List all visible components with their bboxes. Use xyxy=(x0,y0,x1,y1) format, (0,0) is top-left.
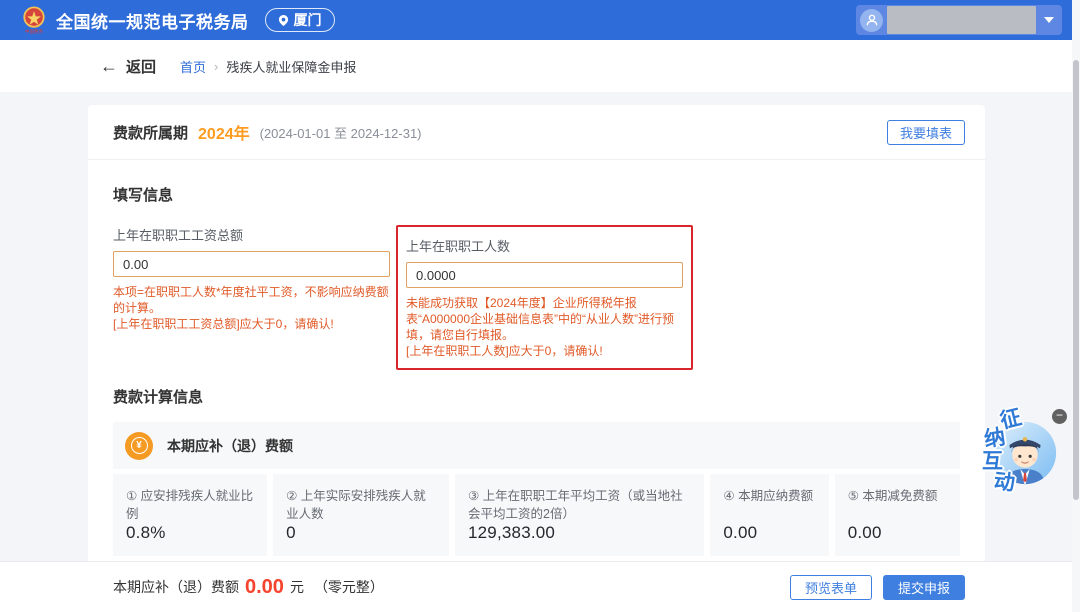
preview-form-button[interactable]: 预览表单 xyxy=(790,575,872,600)
field-total-wages-label: 上年在职职工工资总额 xyxy=(113,225,390,244)
minimize-widget-button[interactable]: − xyxy=(1052,409,1067,424)
summary-panel: ¥ 本期应补（退）费额 xyxy=(113,422,960,469)
fill-info-section: 填写信息 上年在职职工工资总额 本项=在职职工人数*年度社平工资，不影响应纳费额… xyxy=(88,160,985,370)
page-scrollbar xyxy=(1072,0,1080,612)
employee-count-input[interactable] xyxy=(406,262,683,288)
hint-line: 本项=在职职工人数*年度社平工资，不影响应纳费额的计算。 xyxy=(113,284,390,316)
calculation-columns: ① 应安排残疾人就业比例 0.8% ② 上年实际安排残疾人就业人数 0 ③ 上年… xyxy=(113,474,960,556)
tax-bureau-logo-icon: 中国税务 xyxy=(22,6,46,35)
back-button[interactable]: ← 返回 xyxy=(100,56,156,77)
period-label: 费款所属期 xyxy=(113,122,188,143)
footer-bar: 本期应补（退）费额 0.00 元 （零元整） 预览表单 提交申报 xyxy=(0,561,1080,612)
footer-amount-value: 0.00 xyxy=(245,576,284,599)
period-row: 费款所属期 2024年 (2024-01-01 至 2024-12-31) 我要… xyxy=(88,105,985,160)
calc-value: 0.00 xyxy=(848,523,948,543)
footer-amount-unit: 元 xyxy=(290,577,304,597)
yuan-coin-icon: ¥ xyxy=(125,432,153,460)
tax-assistant-widget[interactable]: 征 纳 互 动 − xyxy=(980,402,1075,494)
location-pin-icon xyxy=(278,14,289,27)
form-fields: 上年在职职工工资总额 本项=在职职工人数*年度社平工资，不影响应纳费额的计算。 … xyxy=(113,225,960,370)
breadcrumb-bar: ← 返回 首页 › 残疾人就业保障金申报 xyxy=(0,40,1080,92)
user-name-redacted xyxy=(887,6,1036,34)
breadcrumb-home-link[interactable]: 首页 xyxy=(180,57,206,76)
footer-amount-words: （零元整） xyxy=(314,577,384,597)
summary-label: 本期应补（退）费额 xyxy=(167,436,293,456)
calc-label: ② 上年实际安排残疾人就业人数 xyxy=(286,487,437,523)
location-label: 厦门 xyxy=(294,10,322,30)
calc-column-ratio: ① 应安排残疾人就业比例 0.8% xyxy=(113,474,267,556)
calc-column-payable: ④ 本期应纳费额 0.00 xyxy=(710,474,828,556)
calc-column-reduction: ⑤ 本期减免费额 0.00 xyxy=(835,474,960,556)
back-label: 返回 xyxy=(126,56,156,77)
total-wages-input[interactable] xyxy=(113,251,390,277)
fill-info-title: 填写信息 xyxy=(113,184,960,205)
declaration-card: 费款所属期 2024年 (2024-01-01 至 2024-12-31) 我要… xyxy=(88,105,985,561)
field-total-wages: 上年在职职工工资总额 本项=在职职工人数*年度社平工资，不影响应纳费额的计算。 … xyxy=(113,225,390,332)
breadcrumb-current: 残疾人就业保障金申报 xyxy=(226,57,356,76)
user-account-dropdown[interactable] xyxy=(856,5,1062,35)
main-content: 费款所属期 2024年 (2024-01-01 至 2024-12-31) 我要… xyxy=(0,92,1080,561)
field-employee-count-hints: 未能成功获取【2024年度】企业所得税年报表“A000000企业基础信息表”中的… xyxy=(406,295,683,359)
calc-column-actual-disabled: ② 上年实际安排残疾人就业人数 0 xyxy=(273,474,449,556)
calc-value: 0.8% xyxy=(126,523,255,543)
breadcrumb-separator-icon: › xyxy=(214,59,218,74)
hint-line: [上年在职职工人数]应大于0，请确认! xyxy=(406,343,683,359)
calc-column-avg-wage: ③ 上年在职职工年平均工资（或当地社会平均工资的2倍） 129,383.00 xyxy=(455,474,704,556)
calc-value: 0 xyxy=(286,523,437,543)
hint-line: [上年在职职工工资总额]应大于0，请确认! xyxy=(113,316,390,332)
calc-value: 0.00 xyxy=(723,523,816,543)
app-header: 中国税务 全国统一规范电子税务局 厦门 xyxy=(0,0,1080,40)
calc-label: ③ 上年在职职工年平均工资（或当地社会平均工资的2倍） xyxy=(468,487,692,523)
footer-buttons: 预览表单 提交申报 xyxy=(790,575,965,600)
calculation-title: 费款计算信息 xyxy=(113,386,960,407)
field-employee-count: 上年在职职工人数 未能成功获取【2024年度】企业所得税年报表“A000000企… xyxy=(406,236,683,359)
calc-value: 129,383.00 xyxy=(468,523,692,543)
back-arrow-icon: ← xyxy=(100,57,118,75)
calc-label: ④ 本期应纳费额 xyxy=(723,487,816,505)
location-selector[interactable]: 厦门 xyxy=(265,8,335,32)
calc-label: ⑤ 本期减免费额 xyxy=(848,487,948,505)
chevron-down-icon xyxy=(1044,17,1054,23)
breadcrumb: 首页 › 残疾人就业保障金申报 xyxy=(180,57,356,76)
page: 中国税务 全国统一规范电子税务局 厦门 ← 返回 首页 › 残疾人就业保障金申报 xyxy=(0,0,1080,612)
footer-amount-label: 本期应补（退）费额 xyxy=(113,577,239,597)
widget-char: 动 xyxy=(992,465,1016,497)
period-year: 2024年 xyxy=(198,120,250,144)
highlighted-field-box: 上年在职职工人数 未能成功获取【2024年度】企业所得税年报表“A000000企… xyxy=(396,225,693,370)
calculation-section: 费款计算信息 ¥ 本期应补（退）费额 ① 应安排残疾人就业比例 0.8% ② 上… xyxy=(88,370,985,556)
period-date-range: (2024-01-01 至 2024-12-31) xyxy=(260,123,422,142)
app-title: 全国统一规范电子税务局 xyxy=(56,8,249,33)
yuan-symbol: ¥ xyxy=(136,440,142,451)
calc-label: ① 应安排残疾人就业比例 xyxy=(126,487,255,523)
hint-line: 未能成功获取【2024年度】企业所得税年报表“A000000企业基础信息表”中的… xyxy=(406,295,683,343)
fill-form-button[interactable]: 我要填表 xyxy=(887,120,965,145)
user-avatar-icon xyxy=(860,9,883,32)
logo-caption: 中国税务 xyxy=(25,30,43,35)
field-total-wages-hints: 本项=在职职工人数*年度社平工资，不影响应纳费额的计算。 [上年在职职工工资总额… xyxy=(113,284,390,332)
submit-declaration-button[interactable]: 提交申报 xyxy=(883,575,965,600)
field-employee-count-label: 上年在职职工人数 xyxy=(406,236,683,255)
